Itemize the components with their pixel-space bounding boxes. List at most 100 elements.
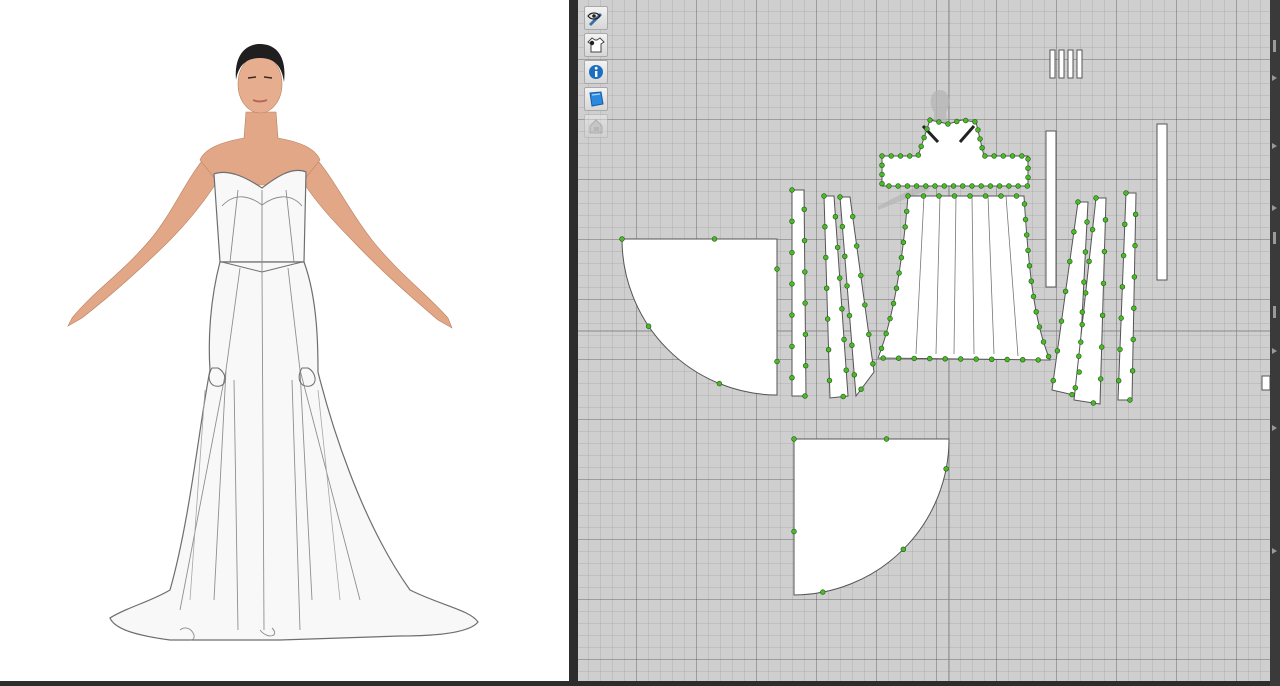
pattern-point[interactable] [915, 152, 921, 158]
pattern-point[interactable] [920, 193, 927, 199]
pattern-point[interactable] [1089, 226, 1096, 233]
pattern-point[interactable] [851, 372, 857, 378]
pattern-point[interactable] [879, 162, 885, 168]
pattern-point[interactable] [878, 345, 885, 352]
pattern-point[interactable] [1019, 153, 1025, 159]
pattern-point[interactable] [927, 117, 933, 123]
pattern-point[interactable] [1083, 290, 1089, 296]
pattern-point[interactable] [1030, 293, 1037, 300]
pattern-point[interactable] [802, 269, 808, 275]
pattern-point[interactable] [619, 236, 625, 242]
pattern-point[interactable] [716, 380, 723, 387]
pattern-point[interactable] [821, 193, 827, 199]
pattern-point[interactable] [1071, 229, 1077, 235]
pattern-point[interactable] [989, 356, 995, 362]
expand-arrow-icon[interactable] [1272, 205, 1277, 211]
pattern-point[interactable] [879, 153, 885, 159]
pattern-point[interactable] [832, 214, 839, 220]
pattern-point[interactable] [996, 183, 1003, 189]
pattern-point[interactable] [1101, 248, 1108, 255]
pattern-point[interactable] [839, 306, 845, 312]
pattern-point[interactable] [774, 358, 780, 365]
panel-handle-icon[interactable] [1273, 232, 1276, 244]
pattern-point[interactable] [825, 347, 832, 353]
pattern-point[interactable] [1130, 336, 1136, 343]
pattern-point[interactable] [1123, 190, 1129, 196]
expand-arrow-icon[interactable] [1272, 348, 1277, 354]
pattern-point[interactable] [896, 270, 902, 276]
pattern-point[interactable] [1025, 165, 1031, 171]
pattern-point[interactable] [887, 315, 893, 322]
pattern-point[interactable] [896, 355, 902, 361]
pattern-point[interactable] [1131, 305, 1137, 311]
pattern-point[interactable] [943, 466, 949, 472]
lock-avatar-tool[interactable] [584, 114, 608, 138]
pattern-point[interactable] [958, 356, 964, 362]
pattern-point[interactable] [1079, 309, 1085, 315]
pattern-point[interactable] [1086, 258, 1092, 264]
pattern-point[interactable] [982, 153, 988, 159]
show-texture-tool[interactable] [584, 87, 608, 111]
pattern-point[interactable] [803, 363, 809, 369]
pattern-point[interactable] [1115, 378, 1122, 384]
pattern-point[interactable] [1006, 183, 1012, 189]
pattern-point[interactable] [1000, 153, 1006, 159]
pattern-point[interactable] [1022, 216, 1029, 223]
pattern-point[interactable] [789, 187, 795, 193]
pattern-point[interactable] [975, 127, 981, 133]
pattern-point[interactable] [927, 355, 933, 362]
pattern-point[interactable] [1028, 278, 1034, 284]
pattern-point[interactable] [1078, 339, 1084, 345]
pattern-point[interactable] [711, 236, 718, 242]
pattern-point[interactable] [802, 300, 808, 306]
pattern-point[interactable] [987, 183, 994, 189]
pattern-point[interactable] [1025, 156, 1031, 162]
pattern-point[interactable] [1132, 242, 1138, 249]
pattern-point[interactable] [1021, 201, 1028, 207]
pattern-point[interactable] [1076, 353, 1082, 359]
pattern-point[interactable] [1024, 232, 1030, 238]
pattern-point[interactable] [951, 193, 958, 199]
pattern-point[interactable] [979, 145, 985, 151]
pattern-point[interactable] [963, 117, 969, 124]
pattern-point[interactable] [837, 194, 843, 200]
pattern-point[interactable] [1024, 183, 1030, 189]
pattern-point[interactable] [844, 283, 850, 289]
pattern-point[interactable] [846, 312, 853, 319]
pattern-point[interactable] [879, 181, 885, 187]
expand-arrow-icon[interactable] [1272, 548, 1277, 554]
pattern-point[interactable] [822, 224, 828, 230]
pattern-point[interactable] [913, 183, 920, 189]
pattern-point[interactable] [972, 119, 978, 125]
pattern-point[interactable] [941, 183, 947, 189]
pattern-point[interactable] [900, 239, 907, 246]
pattern-point[interactable] [978, 183, 984, 189]
pattern-point[interactable] [858, 272, 864, 279]
pattern-point[interactable] [854, 243, 860, 249]
pattern-point[interactable] [886, 183, 892, 189]
pattern-point[interactable] [1131, 274, 1138, 280]
pattern-point[interactable] [998, 193, 1004, 199]
expand-arrow-icon[interactable] [1272, 75, 1277, 81]
pattern-point[interactable] [839, 223, 846, 230]
pattern-point[interactable] [932, 183, 938, 189]
pattern-point[interactable] [789, 375, 795, 381]
pattern-point[interactable] [824, 285, 830, 291]
pattern-point[interactable] [858, 386, 864, 392]
show-pattern-tool[interactable] [584, 6, 608, 30]
pattern-point[interactable] [1026, 263, 1033, 269]
pattern-point[interactable] [802, 393, 808, 399]
pattern-point[interactable] [1122, 221, 1128, 228]
pattern-point[interactable] [802, 331, 809, 338]
pattern-point[interactable] [950, 183, 957, 189]
pattern-point[interactable] [774, 266, 780, 272]
pattern-point[interactable] [789, 343, 795, 350]
pattern-point[interactable] [842, 253, 848, 259]
pattern-point[interactable] [862, 302, 868, 308]
pattern-point[interactable] [1015, 183, 1021, 189]
pattern-point[interactable] [850, 213, 856, 220]
pattern-point[interactable] [880, 355, 886, 361]
pattern-point[interactable] [1072, 385, 1078, 391]
pattern-point[interactable] [897, 153, 904, 159]
pattern-point[interactable] [1076, 369, 1082, 375]
